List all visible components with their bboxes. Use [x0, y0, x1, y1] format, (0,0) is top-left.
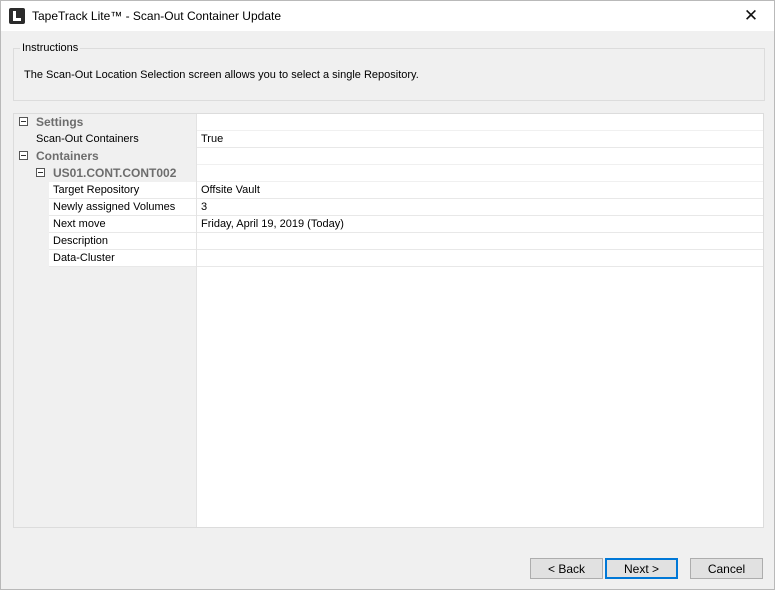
category-settings-value — [197, 114, 763, 131]
category-container[interactable]: US01.CONT.CONT002 — [14, 165, 763, 182]
back-button[interactable]: < Back — [530, 558, 603, 579]
property-row-description[interactable]: Description — [14, 233, 763, 250]
category-container-label: US01.CONT.CONT002 — [53, 166, 177, 180]
category-settings-label: Settings — [36, 115, 84, 129]
property-name: Scan-Out Containers — [36, 133, 139, 145]
category-container-value — [197, 165, 763, 182]
collapse-icon[interactable] — [19, 151, 28, 160]
property-name: Newly assigned Volumes — [53, 201, 176, 213]
property-value[interactable] — [197, 250, 763, 267]
instructions-group: Instructions The Scan-Out Location Selec… — [13, 42, 765, 101]
next-button[interactable]: Next > — [605, 558, 678, 579]
property-row-data-cluster[interactable]: Data-Cluster — [14, 250, 763, 267]
cancel-button[interactable]: Cancel — [690, 558, 763, 579]
property-grid[interactable]: Settings Scan-Out Containers True Contai… — [13, 113, 764, 528]
property-name: Data-Cluster — [53, 252, 115, 264]
property-row-scan-out-containers[interactable]: Scan-Out Containers True — [14, 131, 763, 148]
property-row-newly-assigned-volumes[interactable]: Newly assigned Volumes 3 — [14, 199, 763, 216]
property-name: Target Repository — [53, 184, 140, 196]
title-bar: TapeTrack Lite™ - Scan-Out Container Upd… — [1, 1, 774, 31]
category-settings[interactable]: Settings — [14, 114, 763, 131]
close-icon[interactable]: ✕ — [728, 1, 774, 31]
property-value[interactable] — [197, 233, 763, 250]
property-value[interactable]: Offsite Vault — [197, 182, 763, 199]
collapse-icon[interactable] — [19, 117, 28, 126]
instructions-text: The Scan-Out Location Selection screen a… — [24, 69, 419, 81]
dialog-window: TapeTrack Lite™ - Scan-Out Container Upd… — [0, 0, 775, 590]
category-containers-value — [197, 148, 763, 165]
property-row-next-move[interactable]: Next move Friday, April 19, 2019 (Today) — [14, 216, 763, 233]
property-value[interactable]: Friday, April 19, 2019 (Today) — [197, 216, 763, 233]
category-containers-label: Containers — [36, 149, 99, 163]
property-name: Next move — [53, 218, 106, 230]
property-row-target-repository[interactable]: Target Repository Offsite Vault — [14, 182, 763, 199]
collapse-icon[interactable] — [36, 168, 45, 177]
category-containers[interactable]: Containers — [14, 148, 763, 165]
window-title: TapeTrack Lite™ - Scan-Out Container Upd… — [32, 9, 282, 23]
property-value[interactable]: True — [197, 131, 763, 148]
property-name: Description — [53, 235, 109, 247]
app-icon — [9, 8, 25, 24]
instructions-legend: Instructions — [20, 42, 81, 54]
property-value[interactable]: 3 — [197, 199, 763, 216]
